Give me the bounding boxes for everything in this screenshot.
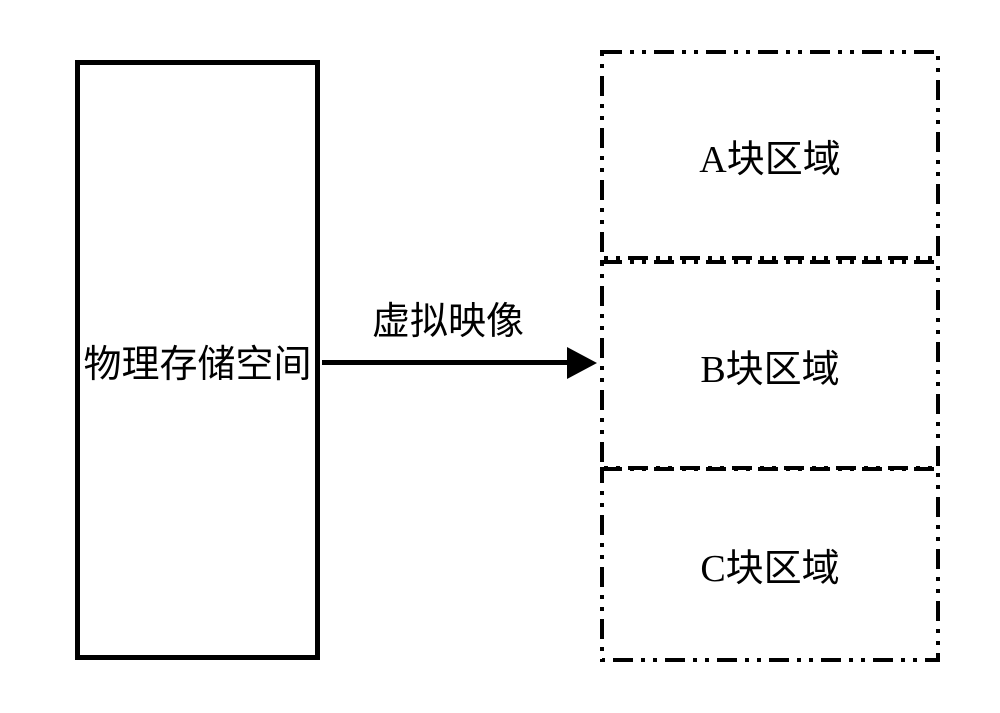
region-a-label: A块区域 bbox=[699, 128, 840, 183]
arrow-label: 虚拟映像 bbox=[372, 290, 524, 345]
region-c-box: C块区域 bbox=[600, 467, 940, 662]
diagram-container: 物理存储空间 虚拟映像 A块区域 B块区域 C块区域 bbox=[0, 0, 1000, 713]
arrow-line bbox=[322, 360, 574, 365]
region-b-box: B块区域 bbox=[600, 260, 940, 470]
physical-storage-box: 物理存储空间 bbox=[75, 60, 320, 660]
arrow-head-icon bbox=[567, 347, 597, 379]
region-c-label: C块区域 bbox=[700, 537, 839, 592]
mapping-arrow: 虚拟映像 bbox=[322, 340, 597, 400]
physical-storage-label: 物理存储空间 bbox=[83, 333, 311, 388]
region-b-label: B块区域 bbox=[700, 338, 839, 393]
region-a-box: A块区域 bbox=[600, 50, 940, 260]
